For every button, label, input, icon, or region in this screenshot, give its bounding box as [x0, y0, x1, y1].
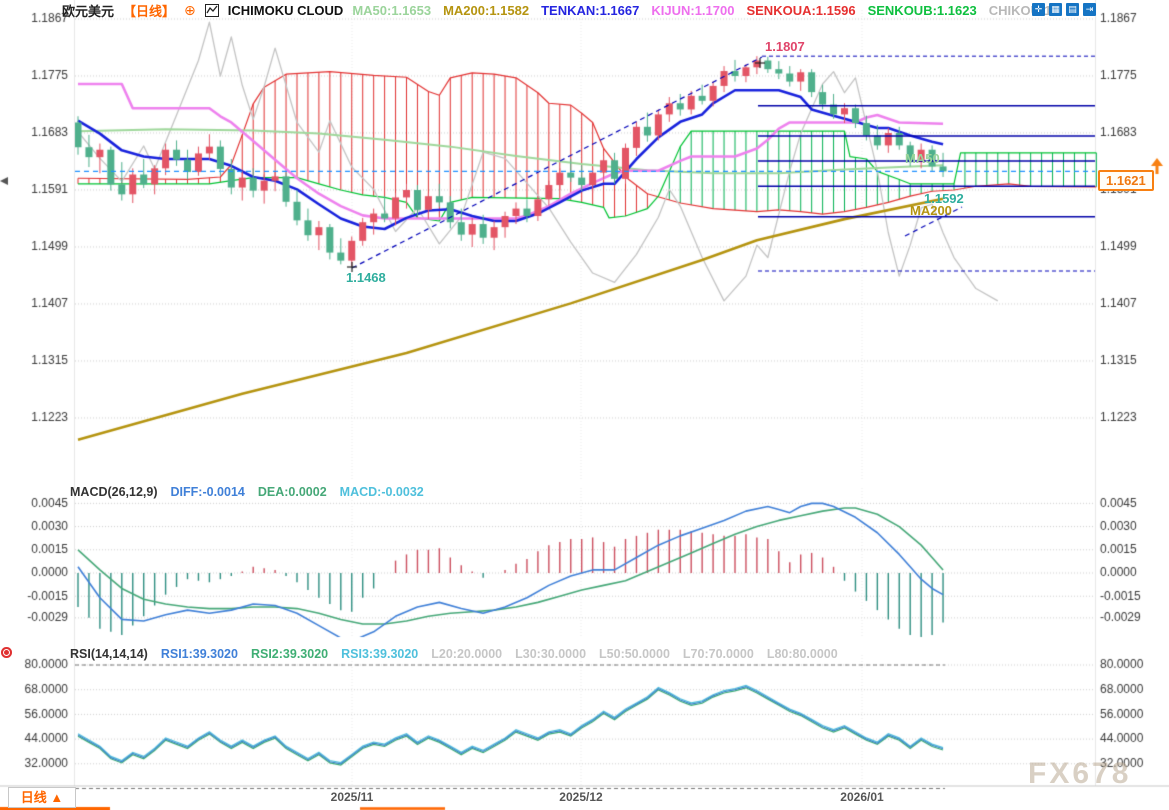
rsi-value-3: L20:20.0000 — [431, 647, 503, 661]
rsi-header: RSI(14,14,14) RSI1:39.3020 RSI2:39.3020 RSI… — [70, 647, 838, 661]
line-chart-icon — [204, 4, 219, 17]
swing-high-label: 1.1807 — [765, 39, 805, 54]
rsi-value-6: L70:70.0000 — [682, 647, 754, 661]
rsi-value-7: L80:80.0000 — [766, 647, 838, 661]
ma50-line-label: MA50 — [905, 151, 940, 166]
price-chart-canvas[interactable] — [0, 0, 1169, 810]
x-axis-label-1: 2025/12 — [559, 790, 603, 804]
exit-right-icon[interactable]: ⇥ — [1083, 3, 1096, 16]
rsi-value-5: L50:50.0000 — [599, 647, 670, 661]
rsi-panel-icon[interactable] — [1, 647, 12, 658]
rsi-value-4: L30:30.0000 — [515, 647, 587, 661]
rsi-title: RSI(14,14,14) — [70, 647, 148, 661]
rsi-value-0: RSI1:39.3020 — [160, 647, 238, 661]
chart-axis-icon[interactable]: ▤ — [1066, 3, 1079, 16]
macd-value-2: MACD:-0.0032 — [339, 485, 424, 499]
indicator-value-0: MA50:1.1653 — [352, 3, 432, 18]
last-price-badge: 1.1621 — [1098, 170, 1154, 191]
macd-value-1: DEA:0.0002 — [257, 485, 327, 499]
rsi-value-2: RSI3:39.3020 — [341, 647, 419, 661]
main-header: 欧元美元 【日线】 ⊕ ICHIMOKU CLOUD MA50:1.1653 MA… — [62, 1, 1062, 20]
indicator-value-2: TENKAN:1.1667 — [541, 3, 640, 18]
macd-title: MACD(26,12,9) — [70, 485, 158, 499]
x-axis-label-2: 2026/01 — [840, 790, 884, 804]
period-tag[interactable]: 【日线】 — [123, 1, 175, 20]
indicator-value-3: KIJUN:1.1700 — [651, 3, 735, 18]
indicator-value-5: SENKOUB:1.1623 — [867, 3, 977, 18]
swing-low-label: 1.1468 — [346, 270, 386, 285]
watermark: FX678 — [1028, 757, 1132, 790]
macd-value-0: DIFF:-0.0014 — [170, 485, 245, 499]
rsi-value-1: RSI2:39.3020 — [250, 647, 329, 661]
macd-header: MACD(26,12,9) DIFF:-0.0014 DEA:0.0002 MACD:… — [70, 485, 424, 499]
x-axis-label-0: 2025/11 — [330, 790, 374, 804]
timeframe-tab-daily[interactable]: 日线 ▲ — [8, 787, 76, 808]
pan-crosshair-icon[interactable]: ✛ — [1032, 3, 1045, 16]
indicator-values: MA50:1.1653 MA200:1.1582 TENKAN:1.1667 KIJU… — [352, 3, 1062, 18]
chart-area-icon[interactable]: ▦ — [1049, 3, 1062, 16]
indicator-value-4: SENKOUA:1.1596 — [746, 3, 856, 18]
symbol-title: 欧元美元 — [62, 4, 115, 19]
indicator-value-1: MA200:1.1582 — [443, 3, 530, 18]
ma200-line-label: MA200 — [910, 203, 952, 218]
add-indicator-icon[interactable]: ⊕ — [184, 2, 196, 19]
chart-window: { "header": { "symbol": "欧元美元", "period_… — [0, 0, 1169, 810]
chart-toolbar: ✛ ▦ ▤ ⇥ — [1032, 3, 1096, 16]
indicator-title: ICHIMOKU CLOUD — [227, 3, 344, 18]
